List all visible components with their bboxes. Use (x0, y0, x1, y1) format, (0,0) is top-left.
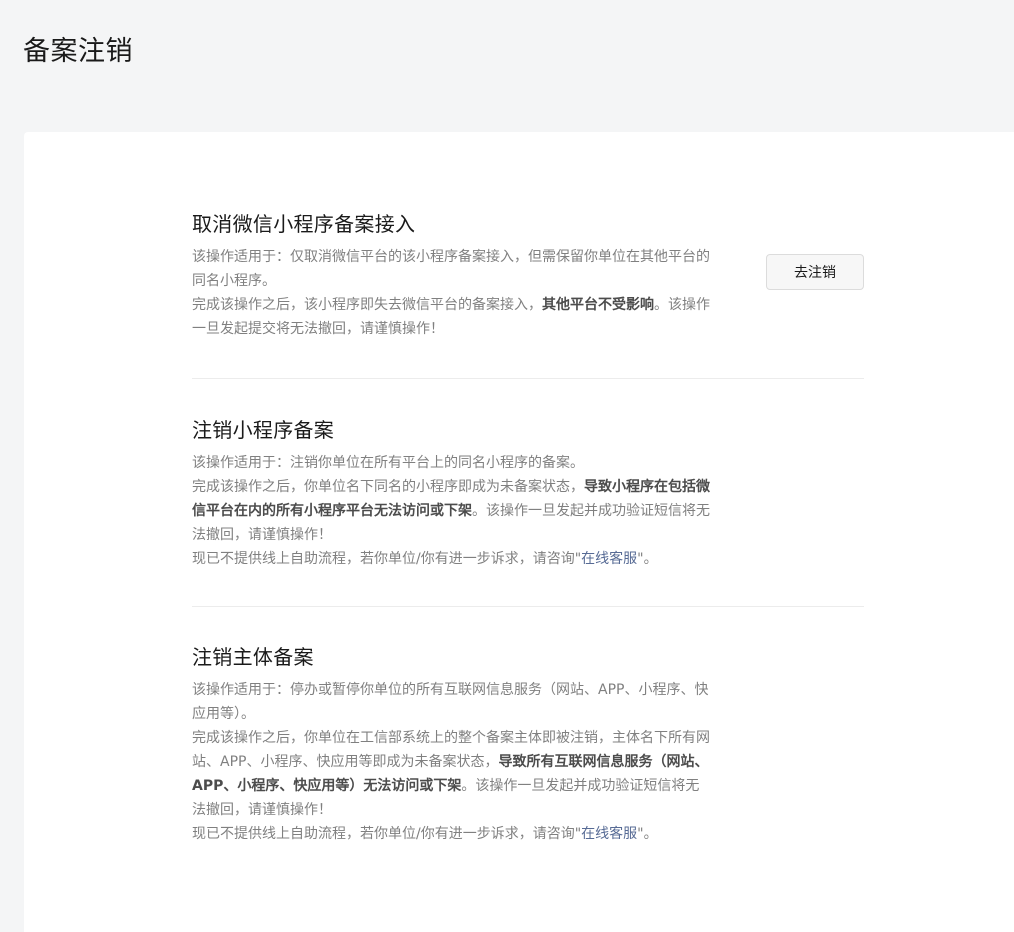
cancel-miniprogram-filing-section: 注销小程序备案 该操作适用于：注销你单位在所有平台上的同名小程序的备案。 完成该… (192, 416, 864, 571)
online-support-link[interactable]: 在线客服 (581, 826, 637, 842)
online-support-link[interactable]: 在线客服 (581, 551, 637, 567)
go-cancel-button[interactable]: 去注销 (766, 254, 864, 290)
section-description: 该操作适用于：注销你单位在所有平台上的同名小程序的备案。 完成该操作之后，你单位… (192, 451, 710, 571)
applicability-text: 该操作适用于：停办或暂停你单位的所有互联网信息服务（网站、APP、小程序、快应用… (192, 682, 709, 722)
page-title: 备案注销 (23, 36, 133, 67)
cancel-wechat-access-section: 取消微信小程序备案接入 该操作适用于：仅取消微信平台的该小程序备案接入，但需保留… (192, 210, 864, 341)
content-card: 取消微信小程序备案接入 该操作适用于：仅取消微信平台的该小程序备案接入，但需保留… (24, 132, 1014, 932)
divider (192, 378, 864, 379)
support-text-start: 现已不提供线上自助流程，若你单位/你有进一步诉求，请咨询" (192, 551, 582, 567)
support-text-end: "。 (637, 551, 658, 567)
support-text: 现已不提供线上自助流程，若你单位/你有进一步诉求，请咨询"在线客服"。 (192, 547, 710, 571)
cancel-entity-filing-section: 注销主体备案 该操作适用于：停办或暂停你单位的所有互联网信息服务（网站、APP、… (192, 643, 864, 846)
section-title: 注销主体备案 (192, 645, 314, 669)
divider (192, 606, 864, 607)
consequence-text: 完成该操作之后，你单位名下同名的小程序即成为未备案状态，导致小程序在包括微信平台… (192, 475, 710, 547)
section-title: 注销小程序备案 (192, 418, 335, 442)
consequence-text-start: 完成该操作之后，你单位名下同名的小程序即成为未备案状态， (192, 479, 584, 495)
consequence-emphasis: 其他平台不受影响 (542, 297, 654, 313)
section-description: 该操作适用于：停办或暂停你单位的所有互联网信息服务（网站、APP、小程序、快应用… (192, 678, 710, 846)
consequence-text: 完成该操作之后，该小程序即失去微信平台的备案接入，其他平台不受影响。该操作一旦发… (192, 293, 710, 341)
support-text: 现已不提供线上自助流程，若你单位/你有进一步诉求，请咨询"在线客服"。 (192, 822, 710, 846)
support-text-end: "。 (637, 826, 658, 842)
applicability-text: 该操作适用于：注销你单位在所有平台上的同名小程序的备案。 (192, 455, 584, 471)
consequence-text-start: 完成该操作之后，该小程序即失去微信平台的备案接入， (192, 297, 542, 313)
consequence-text: 完成该操作之后，你单位在工信部系统上的整个备案主体即被注销，主体名下所有网站、A… (192, 726, 710, 822)
section-title: 取消微信小程序备案接入 (192, 212, 416, 236)
support-text-start: 现已不提供线上自助流程，若你单位/你有进一步诉求，请咨询" (192, 826, 582, 842)
section-description: 该操作适用于：仅取消微信平台的该小程序备案接入，但需保留你单位在其他平台的同名小… (192, 245, 710, 341)
applicability-text: 该操作适用于：仅取消微信平台的该小程序备案接入，但需保留你单位在其他平台的同名小… (192, 249, 710, 289)
